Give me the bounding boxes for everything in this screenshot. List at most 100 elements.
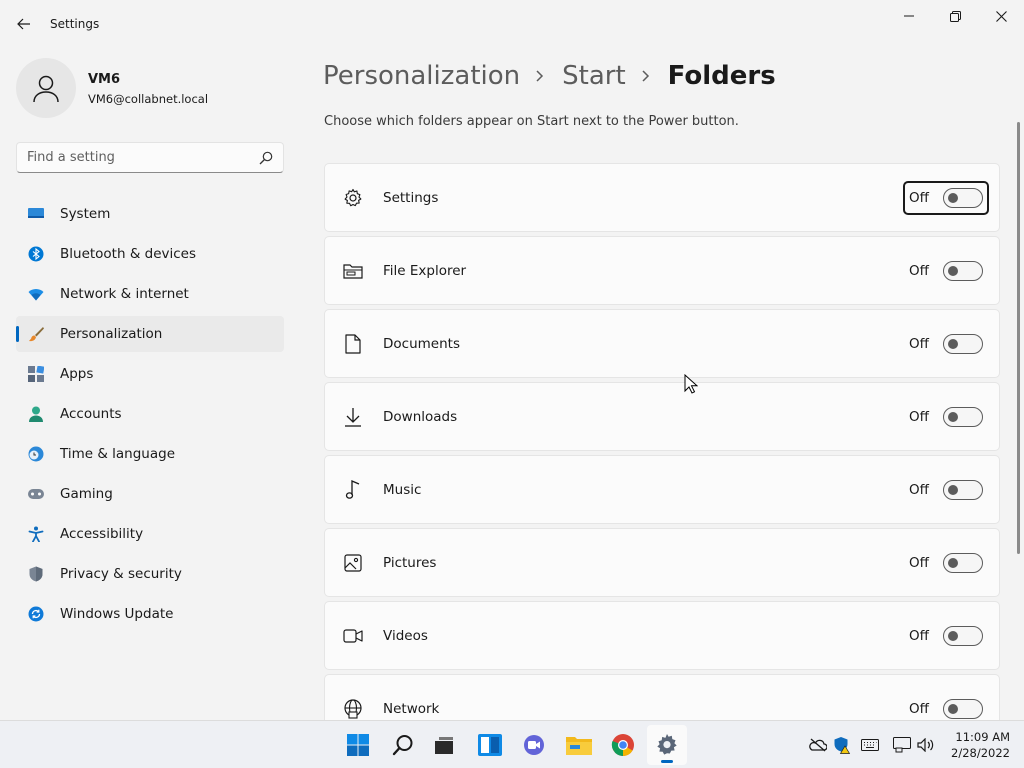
chrome-icon	[611, 734, 634, 756]
clock-globe-icon	[28, 446, 44, 462]
file-explorer-button[interactable]	[559, 725, 599, 765]
search-icon[interactable]	[259, 151, 273, 165]
task-view-icon	[435, 737, 453, 754]
network-toggle[interactable]	[943, 699, 983, 719]
folder-label: Music	[383, 482, 422, 498]
toggle-knob	[948, 558, 958, 568]
document-icon	[343, 334, 363, 354]
network-icon[interactable]	[892, 735, 912, 755]
close-icon	[995, 10, 1007, 22]
pictures-toggle[interactable]	[943, 553, 983, 573]
toggle-state-label: Off	[909, 263, 929, 279]
apps-icon	[28, 366, 44, 382]
back-button[interactable]	[10, 10, 38, 38]
network-globe-icon	[343, 699, 363, 719]
update-icon	[28, 606, 44, 622]
defender-warning-icon[interactable]	[832, 735, 852, 755]
taskbar-search-button[interactable]	[383, 725, 423, 765]
sidebar-item-label: Gaming	[60, 486, 113, 502]
search-input[interactable]	[17, 143, 247, 172]
toggle-state-label: Off	[909, 409, 929, 425]
folder-label: Pictures	[383, 555, 437, 571]
sidebar-item-label: Personalization	[60, 326, 163, 342]
videos-toggle-wrap: Off	[903, 619, 989, 653]
volume-icon[interactable]	[916, 735, 936, 755]
folder-row-pictures: Pictures Off	[324, 528, 1000, 597]
close-button[interactable]	[978, 0, 1024, 32]
downloads-toggle[interactable]	[943, 407, 983, 427]
sidebar-item-label: Network & internet	[60, 286, 189, 302]
page-title: Folders	[667, 61, 776, 91]
settings-gear-icon	[657, 734, 677, 755]
task-view-button[interactable]	[424, 725, 464, 765]
sidebar-item-accounts[interactable]: Accounts	[16, 396, 284, 432]
maximize-button[interactable]	[932, 0, 978, 32]
documents-toggle[interactable]	[943, 334, 983, 354]
documents-toggle-wrap: Off	[903, 327, 989, 361]
sidebar-item-personalization[interactable]: Personalization	[16, 316, 284, 352]
toggle-knob	[948, 485, 958, 495]
sidebar-item-label: Apps	[60, 366, 94, 382]
settings-toggle-focus: Off	[903, 181, 989, 215]
folder-row-videos: Videos Off	[324, 601, 1000, 670]
wifi-icon	[28, 286, 44, 302]
toggle-knob	[948, 631, 958, 641]
start-button[interactable]	[338, 725, 378, 765]
widgets-button[interactable]	[470, 725, 510, 765]
gear-icon	[343, 188, 363, 208]
onedrive-icon[interactable]	[808, 735, 828, 755]
file-explorer-icon	[343, 261, 363, 281]
breadcrumb-start[interactable]: Start	[562, 61, 626, 91]
videos-toggle[interactable]	[943, 626, 983, 646]
user-profile[interactable]: VM6 VM6@collabnet.local	[16, 58, 284, 118]
folder-label: Videos	[383, 628, 428, 644]
music-toggle[interactable]	[943, 480, 983, 500]
toggle-state-label: Off	[909, 482, 929, 498]
folder-row-file-explorer: File Explorer Off	[324, 236, 1000, 305]
sidebar-item-label: Accounts	[60, 406, 122, 422]
file-explorer-toggle-wrap: Off	[903, 254, 989, 288]
sidebar-nav: System Bluetooth & devices Network & int…	[16, 196, 284, 636]
pictures-toggle-wrap: Off	[903, 546, 989, 580]
picture-icon	[343, 553, 363, 573]
person-icon	[33, 75, 59, 103]
sidebar-item-network[interactable]: Network & internet	[16, 276, 284, 312]
toggle-state-label: Off	[909, 628, 929, 644]
breadcrumb-personalization[interactable]: Personalization	[323, 61, 520, 91]
folder-label: Network	[383, 701, 440, 717]
music-note-icon	[343, 480, 363, 500]
file-explorer-toggle[interactable]	[943, 261, 983, 281]
chat-button[interactable]	[514, 725, 554, 765]
sidebar-item-windows-update[interactable]: Windows Update	[16, 596, 284, 632]
folder-row-music: Music Off	[324, 455, 1000, 524]
settings-taskbar-button[interactable]	[647, 725, 687, 765]
keyboard-icon[interactable]	[860, 735, 880, 755]
settings-toggle[interactable]	[943, 188, 983, 208]
taskbar: 11:09 AM 2/28/2022	[0, 720, 1024, 768]
back-arrow-icon	[17, 18, 30, 30]
sidebar-item-privacy[interactable]: Privacy & security	[16, 556, 284, 592]
avatar	[16, 58, 76, 118]
sidebar-item-label: Time & language	[60, 446, 176, 462]
sidebar-item-apps[interactable]: Apps	[16, 356, 284, 392]
sidebar-item-accessibility[interactable]: Accessibility	[16, 516, 284, 552]
search-box	[16, 142, 284, 173]
sidebar-item-system[interactable]: System	[16, 196, 284, 232]
scrollbar[interactable]	[1017, 122, 1020, 554]
minimize-icon	[904, 15, 914, 17]
chrome-button[interactable]	[603, 725, 643, 765]
taskbar-clock[interactable]: 11:09 AM 2/28/2022	[944, 729, 1010, 761]
shield-icon	[28, 566, 44, 582]
app-title: Settings	[50, 17, 100, 31]
sidebar-item-time-language[interactable]: Time & language	[16, 436, 284, 472]
sidebar-item-bluetooth[interactable]: Bluetooth & devices	[16, 236, 284, 272]
folder-label: Documents	[383, 336, 460, 352]
sidebar-item-label: Bluetooth & devices	[60, 246, 197, 262]
download-icon	[343, 407, 363, 427]
minimize-button[interactable]	[886, 0, 932, 32]
sidebar-item-label: System	[60, 206, 111, 222]
sidebar-item-gaming[interactable]: Gaming	[16, 476, 284, 512]
sidebar-item-label: Windows Update	[60, 606, 174, 622]
clock-time: 11:09 AM	[955, 730, 1010, 744]
chevron-right-icon	[536, 69, 546, 83]
